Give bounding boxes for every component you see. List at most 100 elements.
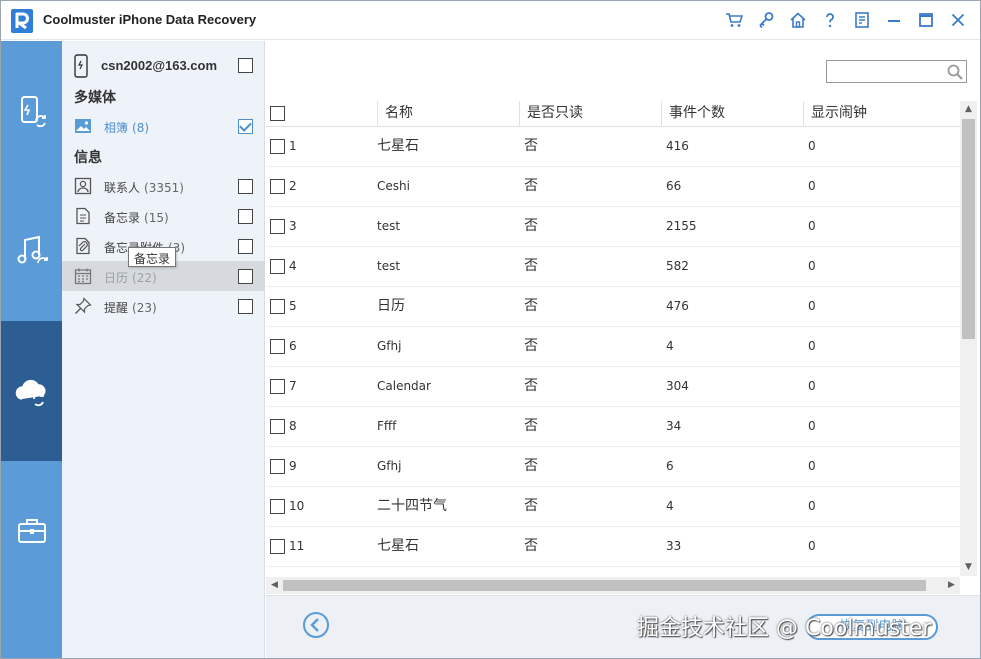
header-readonly[interactable]: 是否只读	[519, 101, 661, 127]
device-checkbox[interactable]	[238, 58, 253, 73]
table-row[interactable]: 7 Calendar 否 304 0	[266, 367, 960, 407]
phone-icon	[74, 54, 88, 78]
cell-readonly: 否	[524, 338, 538, 354]
table-row[interactable]: 10 二十四节气 否 4 0	[266, 487, 960, 527]
title-bar: Coolmuster iPhone Data Recovery	[1, 1, 980, 40]
cell-show-alarm: 0	[808, 459, 816, 473]
search-icon[interactable]	[946, 63, 964, 81]
row-checkbox[interactable]	[270, 339, 285, 354]
table-row[interactable]: 11 七星石 否 33 0	[266, 527, 960, 567]
help-icon[interactable]	[814, 7, 846, 33]
row-index: 10	[289, 499, 305, 513]
header-event-count[interactable]: 事件个数	[661, 101, 803, 127]
table-row[interactable]: 3 test 否 2155 0	[266, 207, 960, 247]
home-icon[interactable]	[782, 7, 814, 33]
row-checkbox[interactable]	[270, 539, 285, 554]
scroll-right-arrow[interactable]: ▶	[943, 577, 960, 594]
table-row[interactable]: 4 test 否 582 0	[266, 247, 960, 287]
cell-readonly: 否	[524, 498, 538, 514]
header-select-all	[266, 101, 377, 127]
row-checkbox[interactable]	[270, 459, 285, 474]
back-icon[interactable]	[302, 611, 330, 639]
cell-event-count: 582	[666, 259, 689, 273]
device-row[interactable]: csn2002@163.com	[62, 51, 265, 81]
feedback-icon[interactable]	[846, 7, 878, 33]
table-row[interactable]: 5 日历 否 476 0	[266, 287, 960, 327]
nav-cloud-recovery[interactable]	[1, 321, 62, 461]
cell-event-count: 34	[666, 419, 682, 433]
select-all-checkbox[interactable]	[270, 106, 285, 121]
scroll-thumb[interactable]	[962, 119, 975, 339]
header-name[interactable]: 名称	[377, 101, 519, 127]
category-item-photos[interactable]: 相簿 (8)	[62, 111, 265, 141]
title-bar-buttons	[718, 7, 974, 33]
key-icon[interactable]	[750, 7, 782, 33]
row-checkbox[interactable]	[270, 499, 285, 514]
close-icon[interactable]	[942, 7, 974, 33]
category-item-contacts[interactable]: 联系人 (3351)	[62, 171, 265, 201]
maximize-icon[interactable]	[910, 7, 942, 33]
header-show-alarm[interactable]: 显示闹钟	[803, 101, 960, 127]
vertical-scrollbar[interactable]: ▲ ▼	[960, 101, 977, 576]
row-index: 9	[289, 459, 297, 473]
cell-event-count: 476	[666, 299, 689, 313]
cell-readonly: 否	[524, 178, 538, 194]
search-box[interactable]	[826, 60, 967, 83]
scroll-up-arrow[interactable]: ▲	[960, 101, 977, 118]
group-heading-media: 多媒体	[74, 90, 116, 106]
scroll-left-arrow[interactable]: ◀	[266, 577, 283, 594]
category-checkbox[interactable]	[238, 179, 253, 194]
row-checkbox[interactable]	[270, 259, 285, 274]
minimize-icon[interactable]	[878, 7, 910, 33]
horizontal-scrollbar[interactable]: ◀ ▶	[266, 577, 960, 594]
category-checkbox[interactable]	[238, 239, 253, 254]
search-input[interactable]	[827, 61, 945, 82]
cell-readonly: 否	[524, 218, 538, 234]
cart-icon[interactable]	[718, 7, 750, 33]
phone-recovery-icon	[20, 96, 46, 128]
cell-readonly: 否	[524, 138, 538, 154]
table-row[interactable]: 1 七星石 否 416 0	[266, 127, 960, 167]
category-item-notes[interactable]: 备忘录 (15)	[62, 201, 265, 231]
table-row[interactable]: 6 Gfhj 否 4 0	[266, 327, 960, 367]
category-label: 联系人 (3351)	[104, 181, 184, 195]
cell-name: test	[377, 219, 401, 233]
row-checkbox[interactable]	[270, 419, 285, 434]
data-table: 名称 是否只读 事件个数 显示闹钟 1 七星石否 416 0 2 Ceshi 否 66 0 3 te…	[266, 101, 960, 575]
row-checkbox[interactable]	[270, 299, 285, 314]
note-icon	[76, 207, 90, 225]
row-checkbox[interactable]	[270, 379, 285, 394]
nav-music-recovery[interactable]	[1, 181, 62, 321]
nav-phone-recovery[interactable]	[1, 41, 62, 181]
scroll-thumb-horizontal[interactable]	[283, 580, 926, 591]
row-checkbox[interactable]	[270, 219, 285, 234]
cell-event-count: 66	[666, 179, 682, 193]
cell-name: Calendar	[377, 379, 431, 393]
cell-name: 二十四节气	[377, 498, 447, 514]
watermark-text: 掘金技术社区 @ Coolmuster	[637, 616, 932, 641]
cell-readonly: 否	[524, 378, 538, 394]
row-index: 4	[289, 259, 297, 273]
category-checkbox[interactable]	[238, 269, 253, 284]
row-index: 8	[289, 419, 297, 433]
cell-name: test	[377, 259, 401, 273]
category-checkbox[interactable]	[238, 119, 253, 134]
table-row[interactable]: 2 Ceshi 否 66 0	[266, 167, 960, 207]
cell-event-count: 2155	[666, 219, 697, 233]
row-checkbox[interactable]	[270, 179, 285, 194]
table-row[interactable]: 8 Ffff 否 34 0	[266, 407, 960, 447]
category-item-reminders[interactable]: 提醒 (23)	[62, 291, 265, 321]
cell-event-count: 416	[666, 139, 689, 153]
category-checkbox[interactable]	[238, 209, 253, 224]
cell-show-alarm: 0	[808, 179, 816, 193]
cell-readonly: 否	[524, 538, 538, 554]
row-index: 7	[289, 379, 297, 393]
table-row[interactable]: 9 Gfhj 否 6 0	[266, 447, 960, 487]
category-checkbox[interactable]	[238, 299, 253, 314]
nav-toolbox[interactable]	[1, 461, 62, 601]
scroll-down-arrow[interactable]: ▼	[960, 559, 977, 576]
cloud-recovery-icon	[15, 379, 45, 407]
attachment-icon	[76, 237, 90, 255]
row-checkbox[interactable]	[270, 139, 285, 154]
cell-event-count: 33	[666, 539, 682, 553]
